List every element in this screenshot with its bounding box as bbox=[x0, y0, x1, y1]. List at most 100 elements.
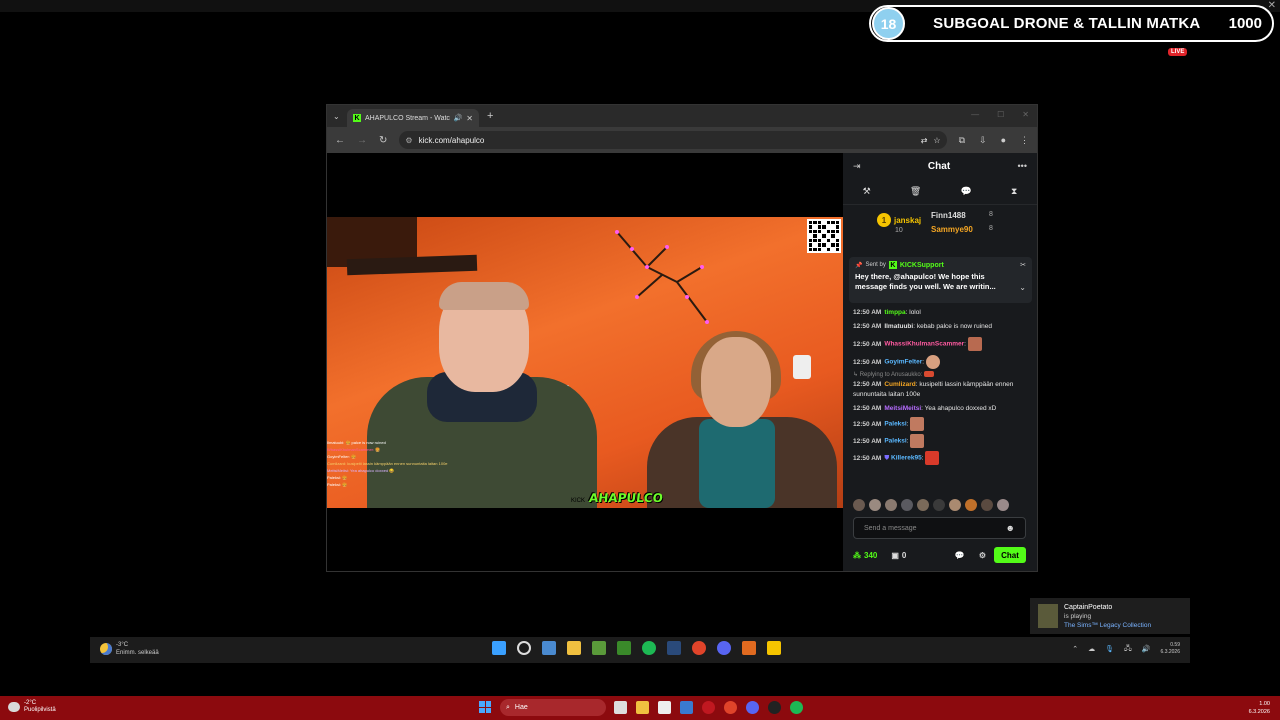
send-chat-button[interactable]: Chat bbox=[994, 547, 1026, 563]
weather-widget[interactable]: -2°C Puolipilvistä bbox=[8, 700, 56, 714]
close-icon[interactable]: ✕ bbox=[1268, 0, 1276, 11]
chat-bubble-icon[interactable]: 💬 bbox=[955, 551, 965, 560]
app-icon[interactable] bbox=[742, 641, 756, 655]
leader-second-name[interactable]: Finn1488 bbox=[931, 211, 966, 220]
hourglass-icon[interactable]: ⧗ bbox=[1011, 186, 1017, 197]
profile-avatar[interactable]: ● bbox=[1001, 135, 1006, 146]
github-icon[interactable] bbox=[768, 701, 781, 714]
tab-search-icon[interactable]: ⌄ bbox=[333, 112, 347, 121]
nvidia-icon[interactable] bbox=[617, 641, 631, 655]
emoji-icon[interactable]: ☻ bbox=[1006, 523, 1015, 533]
app-icon-2[interactable] bbox=[767, 641, 781, 655]
viewer-avatar[interactable] bbox=[853, 499, 865, 511]
cloud-icon[interactable]: ☁ bbox=[1088, 645, 1095, 653]
notification-status: is playing bbox=[1064, 612, 1092, 620]
chevron-down-icon[interactable]: ⌄ bbox=[1019, 283, 1026, 292]
translate-icon[interactable]: ⇄ bbox=[921, 136, 928, 145]
clock[interactable]: 1.00 6.3.2026 bbox=[1249, 700, 1270, 716]
speaker-icon[interactable]: 🔊 bbox=[454, 114, 463, 122]
downloads-icon[interactable]: ⇩ bbox=[979, 135, 987, 146]
trash-icon[interactable]: 🗑 bbox=[910, 186, 921, 197]
tab-close-icon[interactable]: ✕ bbox=[466, 114, 473, 123]
discord-icon[interactable] bbox=[717, 641, 731, 655]
extensions-icon[interactable]: ⧉ bbox=[959, 135, 965, 146]
back-icon[interactable]: ← bbox=[335, 135, 345, 146]
message-user[interactable]: MeitsiMeitsi bbox=[884, 405, 921, 412]
viewer-avatar[interactable] bbox=[901, 499, 913, 511]
windows-start-icon[interactable] bbox=[492, 641, 506, 655]
video-player[interactable]: Ilmatuubi: 🍔 palce is now ruined WhassiK… bbox=[327, 217, 843, 508]
taskbar-search-input[interactable]: ⌕ Hae bbox=[500, 699, 606, 716]
forward-icon[interactable]: → bbox=[357, 135, 367, 146]
leader-first[interactable]: 1 janskaj bbox=[877, 213, 921, 227]
app-icon[interactable] bbox=[702, 701, 715, 714]
mail-icon[interactable] bbox=[680, 701, 693, 714]
minecraft-icon[interactable] bbox=[592, 641, 606, 655]
message-user[interactable]: Cumlizard bbox=[884, 381, 915, 388]
viewer-avatar[interactable] bbox=[869, 499, 881, 511]
viewer-avatar[interactable] bbox=[949, 499, 961, 511]
gallery-icon[interactable] bbox=[542, 641, 556, 655]
discord-icon[interactable] bbox=[746, 701, 759, 714]
outer-taskbar: -2°C Puolipilvistä ⌕ Hae 1.00 6.3.2026 bbox=[0, 696, 1280, 720]
drops-counter[interactable]: ▣ 0 bbox=[891, 551, 906, 560]
settings-gear-icon[interactable]: ⚙ bbox=[979, 551, 986, 560]
message-user[interactable]: Paleksi bbox=[884, 421, 906, 428]
message-input[interactable]: Send a message ☻ bbox=[853, 517, 1026, 539]
bookmark-star-icon[interactable]: ☆ bbox=[933, 136, 940, 145]
chat-options-icon[interactable]: ••• bbox=[1018, 161, 1027, 171]
url-input[interactable]: ⚙ kick.com/ahapulco ⇄ ☆ bbox=[399, 131, 947, 149]
spotify-icon[interactable] bbox=[790, 701, 803, 714]
spotify-icon[interactable] bbox=[642, 641, 656, 655]
viewer-avatar[interactable] bbox=[997, 499, 1009, 511]
file-explorer-icon[interactable] bbox=[636, 701, 649, 714]
message-user[interactable]: Killerek95 bbox=[891, 455, 922, 462]
speech-bubble-icon[interactable]: 💬 bbox=[961, 186, 972, 197]
browser-tab[interactable]: K AHAPULCO Stream - Watch 🔊 ✕ bbox=[347, 109, 479, 127]
viewer-avatar[interactable] bbox=[965, 499, 977, 511]
viewer-avatar[interactable] bbox=[933, 499, 945, 511]
menu-kebab-icon[interactable]: ⋮ bbox=[1020, 135, 1029, 146]
chevron-up-icon[interactable]: ⌃ bbox=[1072, 645, 1078, 653]
message-user[interactable]: timppa bbox=[884, 309, 905, 316]
minimize-icon[interactable]: — bbox=[971, 110, 979, 119]
viewer-avatar[interactable] bbox=[917, 499, 929, 511]
watermark-prefix: KICK bbox=[571, 498, 586, 504]
viewer-avatar[interactable] bbox=[885, 499, 897, 511]
search-icon[interactable] bbox=[517, 641, 531, 655]
file-explorer-icon[interactable] bbox=[567, 641, 581, 655]
volume-icon[interactable]: 🔊 bbox=[1142, 645, 1151, 653]
site-info-icon[interactable]: ⚙ bbox=[405, 136, 412, 145]
store-icon[interactable] bbox=[658, 701, 671, 714]
clock[interactable]: 0.59 6.3.2026 bbox=[1161, 642, 1180, 656]
message-user[interactable]: GoyimFelter bbox=[884, 359, 922, 366]
game-notification[interactable]: CaptainPoetato is playing The Sims™ Lega… bbox=[1030, 598, 1190, 634]
message-user[interactable]: WhassiKhulmanScammer bbox=[884, 341, 964, 348]
message-time: 12:50 AM bbox=[853, 420, 882, 428]
reload-icon[interactable]: ↻ bbox=[379, 135, 387, 146]
message-user[interactable]: Paleksi bbox=[884, 438, 906, 445]
message-user[interactable]: Ilmatuubi bbox=[884, 323, 913, 330]
collapse-chat-icon[interactable]: ⇥ bbox=[853, 161, 861, 172]
emote-image bbox=[910, 434, 925, 448]
channel-points[interactable]: ⁂ 340 bbox=[853, 551, 877, 560]
mic-icon[interactable]: 🎙 bbox=[1105, 645, 1114, 653]
steam-icon[interactable] bbox=[667, 641, 681, 655]
hammer-icon[interactable]: ⚒ bbox=[863, 186, 871, 197]
overlay-chat-line: GoyimFelter: 🍔 bbox=[327, 454, 356, 459]
network-icon[interactable]: 🖧 bbox=[1124, 644, 1132, 655]
pinned-message[interactable]: 📌 Sent by K KICKSupport Hey there, @ahap… bbox=[849, 257, 1032, 303]
chrome-icon[interactable] bbox=[692, 641, 706, 655]
maximize-icon[interactable]: ☐ bbox=[997, 110, 1004, 119]
weather-widget[interactable]: -3°C Enimm. selkeää bbox=[100, 641, 159, 657]
leader-third-name[interactable]: Sammye90 bbox=[931, 225, 973, 234]
chrome-icon[interactable] bbox=[724, 701, 737, 714]
leader-count: 10 bbox=[895, 227, 903, 234]
page-content: Ilmatuubi: 🍔 palce is now ruined WhassiK… bbox=[327, 153, 1037, 571]
task-view-icon[interactable] bbox=[614, 701, 627, 714]
window-close-icon[interactable]: ✕ bbox=[1022, 110, 1029, 119]
new-tab-button[interactable]: + bbox=[487, 110, 493, 122]
unpin-icon[interactable]: ✂ bbox=[1020, 261, 1026, 269]
viewer-avatar[interactable] bbox=[981, 499, 993, 511]
windows-start-icon[interactable] bbox=[479, 701, 491, 713]
